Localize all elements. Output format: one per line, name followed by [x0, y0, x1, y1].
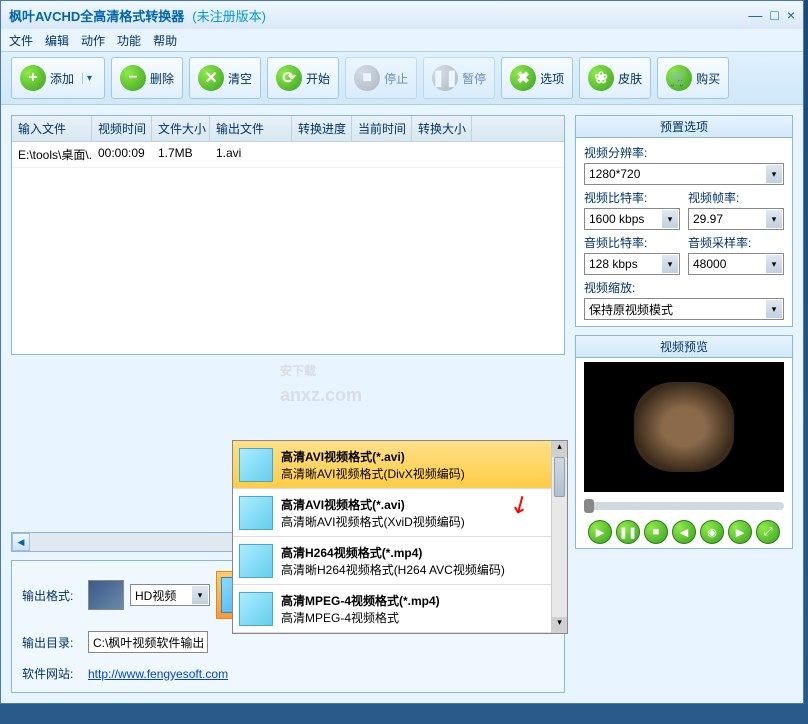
format-category-combo[interactable]: HD视频▾: [130, 584, 210, 606]
format-option[interactable]: 高清AVI视频格式(*.avi)高清晰AVI视频格式(DivX视频编码): [233, 441, 567, 489]
menu-edit[interactable]: 编辑: [45, 32, 69, 49]
format-icon: [239, 544, 273, 578]
output-format-label: 输出格式:: [22, 587, 82, 604]
format-option[interactable]: 高清H264视频格式(*.mp4)高清晰H264视频格式(H264 AVC视频编…: [233, 537, 567, 585]
stop-icon: ■: [354, 65, 380, 91]
presets-panel: 预置选项 视频分辨率: 1280*720▾ 视频比特率: 1600 kbps▾ …: [575, 115, 793, 327]
pause-icon: ❚❚: [432, 65, 458, 91]
vbitrate-combo[interactable]: 1600 kbps▾: [584, 208, 680, 230]
options-button[interactable]: ✖选项: [501, 57, 573, 99]
fps-combo[interactable]: 29.97▾: [688, 208, 784, 230]
chevron-down-icon: ▾: [662, 255, 678, 273]
menu-function[interactable]: 功能: [117, 32, 141, 49]
toolbar: +添加▾ −删除 ✕清空 ⟳开始 ■停止 ❚❚暂停 ✖选项 ❀皮肤 🛒购买: [1, 51, 803, 105]
fullscreen-button[interactable]: ⤢: [756, 520, 780, 544]
stop-button[interactable]: ■停止: [345, 57, 417, 99]
format-icon: [239, 496, 273, 530]
scale-combo[interactable]: 保持原视频模式▾: [584, 298, 784, 320]
cart-icon: 🛒: [666, 65, 692, 91]
vbitrate-field: 视频比特率: 1600 kbps▾: [584, 189, 680, 230]
file-table: 输入文件 视频时间 文件大小 输出文件 转换进度 当前时间 转换大小 E:\to…: [11, 115, 565, 355]
tools-icon: ✖: [510, 65, 536, 91]
chevron-down-icon: ▾: [766, 210, 782, 228]
samplerate-combo[interactable]: 48000▾: [688, 253, 784, 275]
plus-icon: +: [20, 65, 46, 91]
preview-title: 视频预览: [576, 336, 792, 358]
th-size[interactable]: 文件大小: [152, 116, 210, 141]
player-controls: ▶ ❚❚ ■ ◀ ◉ ▶ ⤢: [588, 520, 780, 544]
th-convsize[interactable]: 转换大小: [412, 116, 472, 141]
fps-field: 视频帧率: 29.97▾: [688, 189, 784, 230]
table-header: 输入文件 视频时间 文件大小 输出文件 转换进度 当前时间 转换大小: [12, 116, 564, 142]
format-dropdown[interactable]: 高清AVI视频格式(*.avi)高清晰AVI视频格式(DivX视频编码) 高清A…: [232, 440, 568, 634]
output-dir-input[interactable]: [88, 631, 208, 653]
chevron-down-icon: ▾: [662, 210, 678, 228]
output-dir-label: 输出目录:: [22, 634, 82, 651]
th-duration[interactable]: 视频时间: [92, 116, 152, 141]
close-button[interactable]: ×: [787, 7, 795, 23]
menu-action[interactable]: 动作: [81, 32, 105, 49]
right-column: 预置选项 视频分辨率: 1280*720▾ 视频比特率: 1600 kbps▾ …: [575, 115, 793, 693]
minus-icon: −: [120, 65, 146, 91]
seek-slider[interactable]: [584, 502, 784, 510]
resolution-combo[interactable]: 1280*720▾: [584, 163, 784, 185]
x-icon: ✕: [198, 65, 224, 91]
preview-panel: 视频预览 ▶ ❚❚ ■ ◀ ◉ ▶ ⤢: [575, 335, 793, 549]
th-input[interactable]: 输入文件: [12, 116, 92, 141]
resolution-field: 视频分辨率: 1280*720▾: [584, 144, 784, 185]
dropdown-scrollbar[interactable]: [551, 441, 567, 633]
scale-field: 视频缩放: 保持原视频模式▾: [584, 279, 784, 320]
apple-icon: ❀: [588, 65, 614, 91]
start-button[interactable]: ⟳开始: [267, 57, 339, 99]
format-icon: [239, 592, 273, 626]
pause-button[interactable]: ❚❚暂停: [423, 57, 495, 99]
refresh-icon: ⟳: [276, 65, 302, 91]
th-progress[interactable]: 转换进度: [292, 116, 352, 141]
chevron-down-icon: ▾: [766, 255, 782, 273]
skin-button[interactable]: ❀皮肤: [579, 57, 651, 99]
buy-button[interactable]: 🛒购买: [657, 57, 729, 99]
add-button[interactable]: +添加▾: [11, 57, 105, 99]
th-time[interactable]: 当前时间: [352, 116, 412, 141]
clear-button[interactable]: ✕清空: [189, 57, 261, 99]
abitrate-field: 音频比特率: 128 kbps▾: [584, 234, 680, 275]
minimize-button[interactable]: —: [748, 7, 762, 23]
chevron-down-icon: ▾: [766, 165, 782, 183]
website-row: 软件网站: http://www.fengyesoft.com: [22, 665, 554, 682]
pause-button[interactable]: ❚❚: [616, 520, 640, 544]
delete-button[interactable]: −删除: [111, 57, 183, 99]
maximize-button[interactable]: □: [770, 7, 778, 23]
abitrate-combo[interactable]: 128 kbps▾: [584, 253, 680, 275]
website-label: 软件网站:: [22, 665, 82, 682]
menubar: 文件 编辑 动作 功能 帮助: [1, 29, 803, 51]
chevron-down-icon: ▾: [192, 586, 208, 604]
menu-file[interactable]: 文件: [9, 32, 33, 49]
scrollbar-thumb[interactable]: [554, 457, 565, 497]
next-button[interactable]: ▶: [728, 520, 752, 544]
video-preview[interactable]: [584, 362, 784, 492]
format-icon: [239, 448, 273, 482]
th-output[interactable]: 输出文件: [210, 116, 292, 141]
stop-button[interactable]: ■: [644, 520, 668, 544]
prev-button[interactable]: ◀: [672, 520, 696, 544]
menu-help[interactable]: 帮助: [153, 32, 177, 49]
format-thumbnail: [88, 580, 124, 610]
play-button[interactable]: ▶: [588, 520, 612, 544]
table-row[interactable]: E:\tools\桌面\... 00:00:09 1.7MB 1.avi: [12, 142, 564, 168]
window-controls: — □ ×: [748, 7, 795, 23]
app-title: 枫叶AVCHD全高清格式转换器: [9, 6, 184, 25]
output-dir-row: 输出目录:: [22, 631, 554, 653]
chevron-down-icon: ▾: [766, 300, 782, 318]
presets-title: 预置选项: [576, 116, 792, 138]
samplerate-field: 音频采样率: 48000▾: [688, 234, 784, 275]
snapshot-button[interactable]: ◉: [700, 520, 724, 544]
chevron-down-icon[interactable]: ▾: [82, 73, 96, 84]
format-option[interactable]: 高清MPEG-4视频格式(*.mp4)高清MPEG-4视频格式: [233, 585, 567, 633]
unregistered-label: (未注册版本): [192, 6, 266, 25]
scroll-left-icon[interactable]: ◀: [12, 533, 30, 551]
titlebar: 枫叶AVCHD全高清格式转换器 (未注册版本) — □ ×: [1, 1, 803, 29]
website-link[interactable]: http://www.fengyesoft.com: [88, 667, 228, 681]
